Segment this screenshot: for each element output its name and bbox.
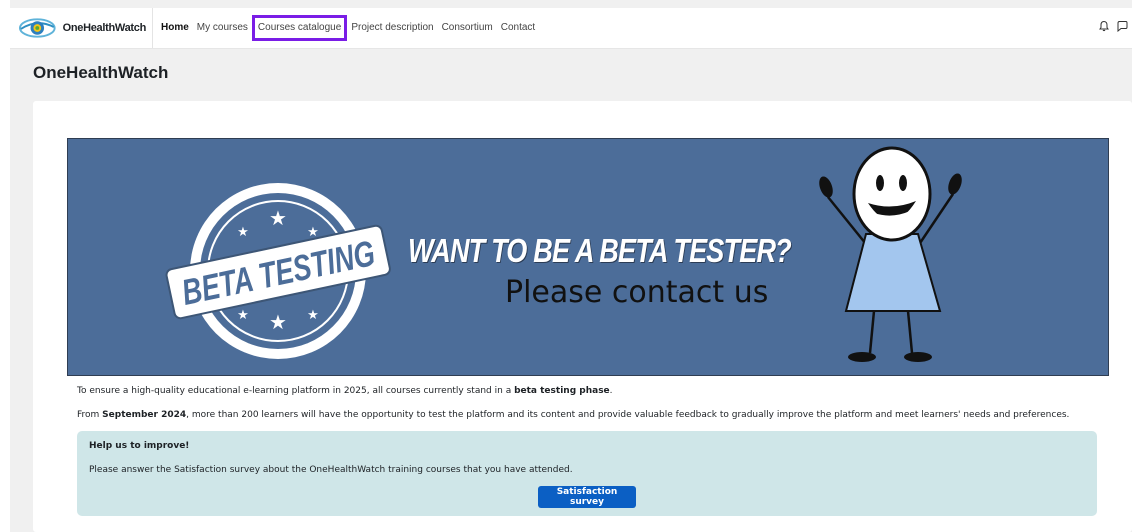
waving-figure-illustration (819, 146, 962, 362)
beta-testing-badge: ★ ★ ★ ★ ★ ★ BETA TESTING (165, 183, 391, 359)
intro-emphasis: beta testing phase (514, 386, 610, 396)
chat-icon[interactable] (1116, 20, 1128, 32)
site-logo[interactable]: OneHealthWatch (18, 16, 146, 40)
intro-paragraph-1: To ensure a high-quality educational e-l… (77, 386, 613, 396)
nav-item-contact[interactable]: Contact (497, 19, 539, 37)
nav-icons (1098, 20, 1128, 32)
survey-alert: Help us to improve! Please answer the Sa… (77, 431, 1097, 516)
svg-text:★: ★ (237, 308, 249, 323)
intro-emphasis: September 2024 (102, 410, 187, 420)
page-title: OneHealthWatch (33, 63, 169, 82)
nav-item-courses-catalogue[interactable]: Courses catalogue (251, 15, 348, 41)
svg-text:★: ★ (269, 310, 287, 334)
banner-headline: WANT TO BE A BETA TESTER? (408, 232, 792, 269)
nav-item-project-description[interactable]: Project description (347, 19, 437, 37)
page-margin (0, 0, 10, 532)
beta-testing-banner: ★ ★ ★ ★ ★ ★ BETA TESTING WANT TO BE A BE… (67, 138, 1109, 376)
nav-divider (152, 8, 153, 48)
alert-title: Help us to improve! (89, 441, 190, 451)
alert-text: Please answer the Satisfaction survey ab… (89, 465, 573, 475)
svg-text:★: ★ (237, 225, 249, 240)
main-content-card: ★ ★ ★ ★ ★ ★ BETA TESTING WANT TO BE A BE… (33, 101, 1132, 532)
intro-paragraph-2: From September 2024, more than 200 learn… (77, 410, 1069, 420)
banner-subline: Please contact us (505, 275, 769, 310)
satisfaction-survey-button[interactable]: Satisfaction survey (538, 486, 636, 508)
svg-text:★: ★ (307, 308, 319, 323)
brand-logo-icon (18, 18, 56, 38)
intro-text: . (609, 386, 613, 396)
intro-text: From (77, 410, 103, 420)
brand-name: OneHealthWatch (62, 22, 147, 34)
intro-text: To ensure a high-quality educational e-l… (77, 386, 515, 396)
nav-item-home[interactable]: Home (157, 19, 193, 37)
bell-icon[interactable] (1098, 20, 1110, 32)
primary-nav: Home My courses Courses catalogue Projec… (157, 8, 539, 48)
nav-item-consortium[interactable]: Consortium (438, 19, 497, 37)
page-header: OneHealthWatch (33, 63, 168, 83)
top-navbar: OneHealthWatch Home My courses Courses c… (10, 8, 1132, 49)
svg-text:★: ★ (269, 206, 287, 230)
nav-item-my-courses[interactable]: My courses (193, 19, 252, 37)
intro-text: , more than 200 learners will have the o… (186, 410, 1070, 420)
